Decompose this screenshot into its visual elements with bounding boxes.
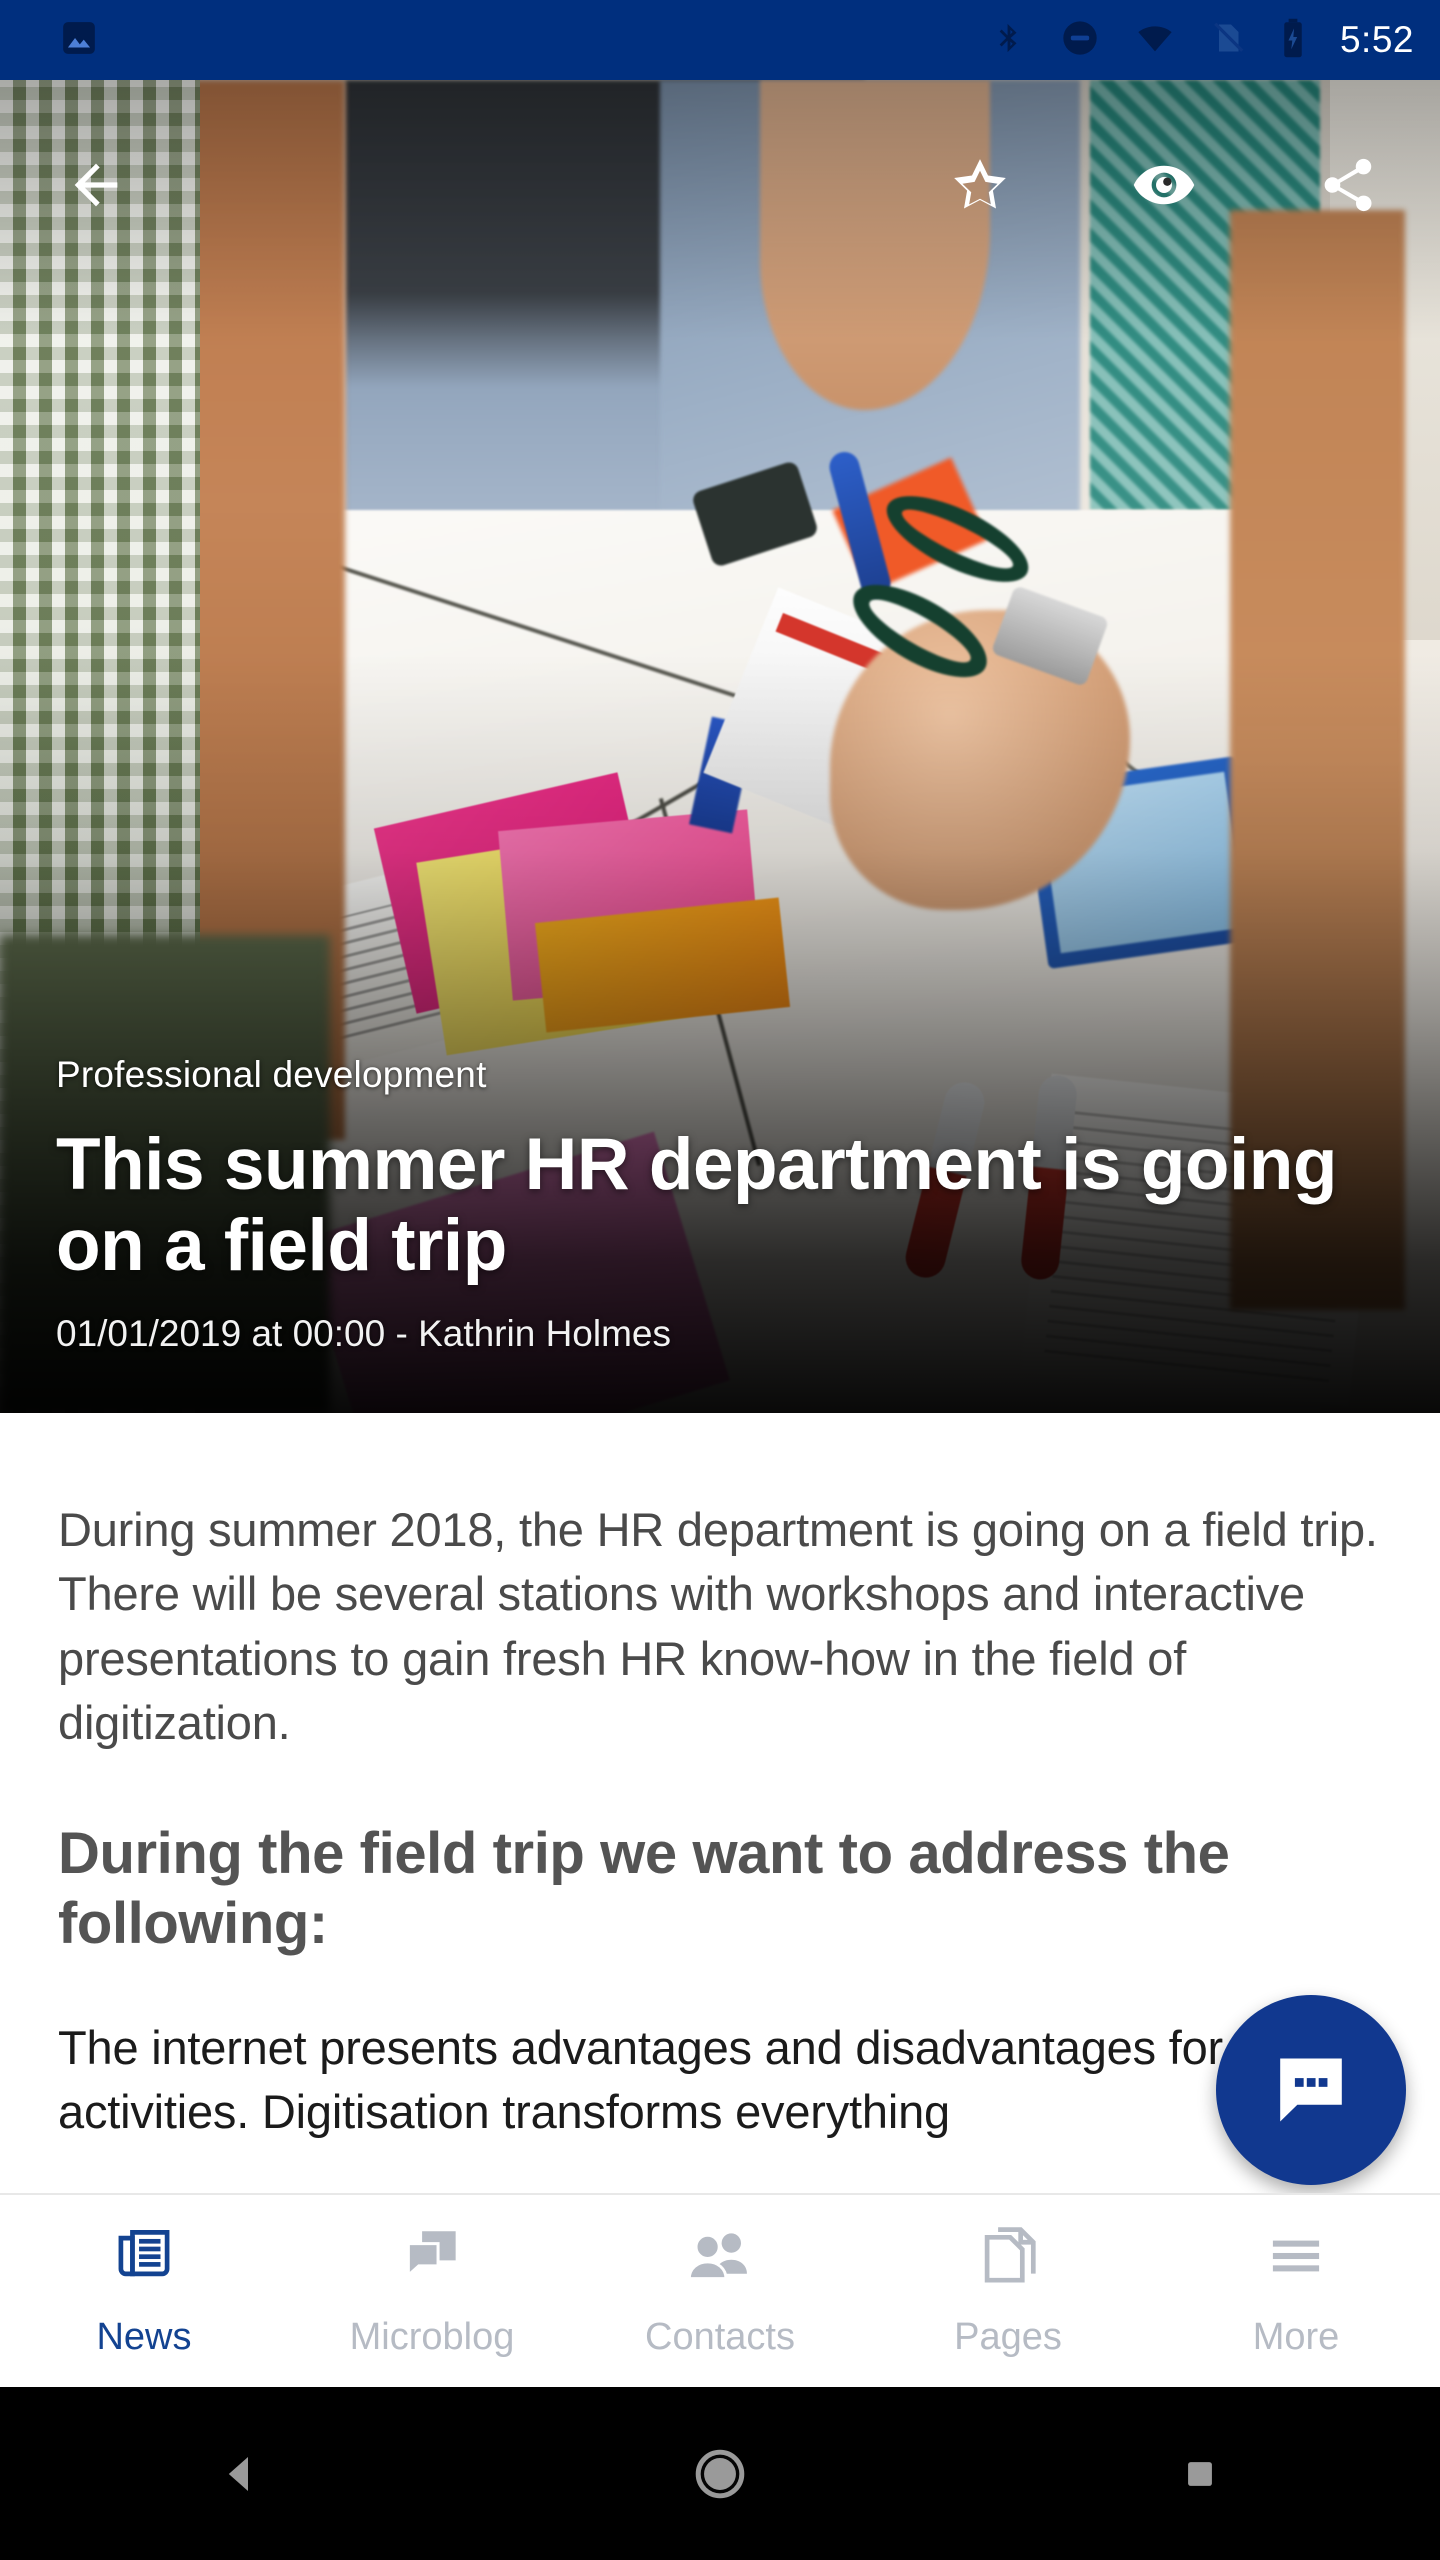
article-hero-image: Professional development This summer HR … [0, 80, 1440, 1413]
article-headline: This summer HR department is going on a … [56, 1123, 1337, 1287]
nav-label-microblog: Microblog [349, 2316, 515, 2358]
app-screen: 5:52 Professional development This summe… [0, 0, 1440, 2560]
nav-item-news[interactable]: News [0, 2195, 288, 2387]
hero-text-block: Professional development This summer HR … [56, 1053, 1386, 1355]
wifi-icon [1134, 18, 1176, 63]
sim-off-icon [1210, 18, 1246, 63]
nav-label-more: More [1252, 2316, 1340, 2358]
views-eye-icon[interactable] [1116, 137, 1212, 233]
nav-item-microblog[interactable]: Microblog [288, 2195, 576, 2387]
nav-label-pages: Pages [954, 2316, 1062, 2358]
photo-notification-icon [60, 19, 98, 62]
back-arrow-icon[interactable] [48, 137, 144, 233]
android-back-button[interactable] [165, 2419, 315, 2529]
chat-bubbles-icon [399, 2223, 465, 2294]
android-navigation-bar [0, 2387, 1440, 2560]
nav-label-news: News [96, 2316, 192, 2358]
status-bar-left [60, 19, 98, 62]
battery-charging-icon [1280, 17, 1306, 64]
status-bar-right: 5:52 [992, 17, 1414, 64]
nav-item-more[interactable]: More [1152, 2195, 1440, 2387]
app-bar-actions [932, 137, 1396, 233]
article-paragraph-2: The internet presents advantages and dis… [58, 2021, 1304, 2139]
android-home-button[interactable] [645, 2419, 795, 2529]
article-paragraph-1: During summer 2018, the HR department is… [58, 1503, 1378, 1750]
hamburger-menu-icon [1263, 2223, 1329, 2294]
pages-icon [977, 2223, 1039, 2294]
share-icon[interactable] [1300, 137, 1396, 233]
nav-label-contacts: Contacts [645, 2316, 795, 2358]
article-category: Professional development [56, 1054, 487, 1096]
do-not-disturb-icon [1060, 18, 1100, 63]
people-icon [685, 2223, 755, 2294]
nav-item-contacts[interactable]: Contacts [576, 2195, 864, 2387]
status-bar: 5:52 [0, 0, 1440, 80]
article-subheading: During the field trip we want to address… [58, 1820, 1230, 1957]
newspaper-icon [111, 2223, 177, 2294]
favorite-star-icon[interactable] [932, 137, 1028, 233]
android-recents-button[interactable] [1125, 2419, 1275, 2529]
comments-fab[interactable] [1216, 1995, 1406, 2185]
article-byline: 01/01/2019 at 00:00 - Kathrin Holmes [56, 1313, 671, 1354]
nav-item-pages[interactable]: Pages [864, 2195, 1152, 2387]
status-bar-clock: 5:52 [1339, 19, 1414, 60]
bluetooth-icon [992, 18, 1026, 63]
app-bar [0, 80, 1440, 290]
bottom-navigation-bar: News Microblog Contacts Pages More [0, 2193, 1440, 2387]
